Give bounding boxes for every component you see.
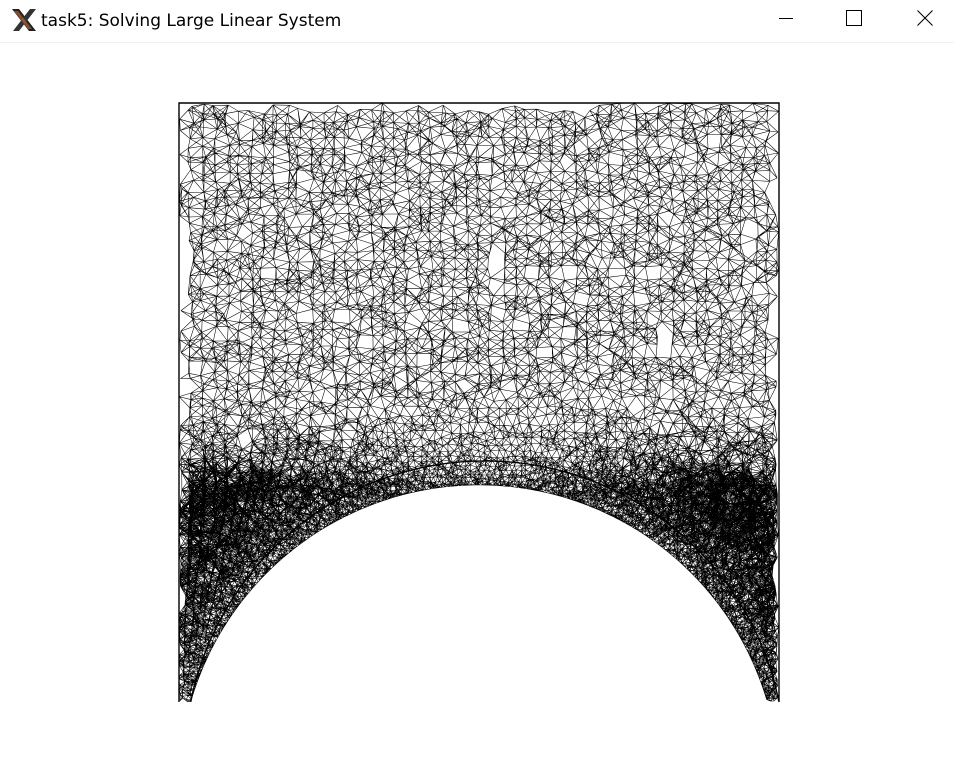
maximize-button[interactable] [831,0,877,40]
mesh-edges [178,102,780,702]
close-icon [917,10,933,30]
maximize-icon [846,10,862,30]
title-bar[interactable]: task5: Solving Large Linear System [0,0,954,42]
mesh-edge-set [178,102,780,702]
minimize-button[interactable] [763,0,809,40]
minimize-icon [778,10,794,30]
window-title: task5: Solving Large Linear System [41,11,342,31]
triangular-mesh [178,102,780,703]
app-window: task5: Solving Large Linear System [0,0,954,760]
close-button[interactable] [902,0,948,40]
x11-logo-icon [10,7,38,33]
render-canvas[interactable] [0,43,954,760]
